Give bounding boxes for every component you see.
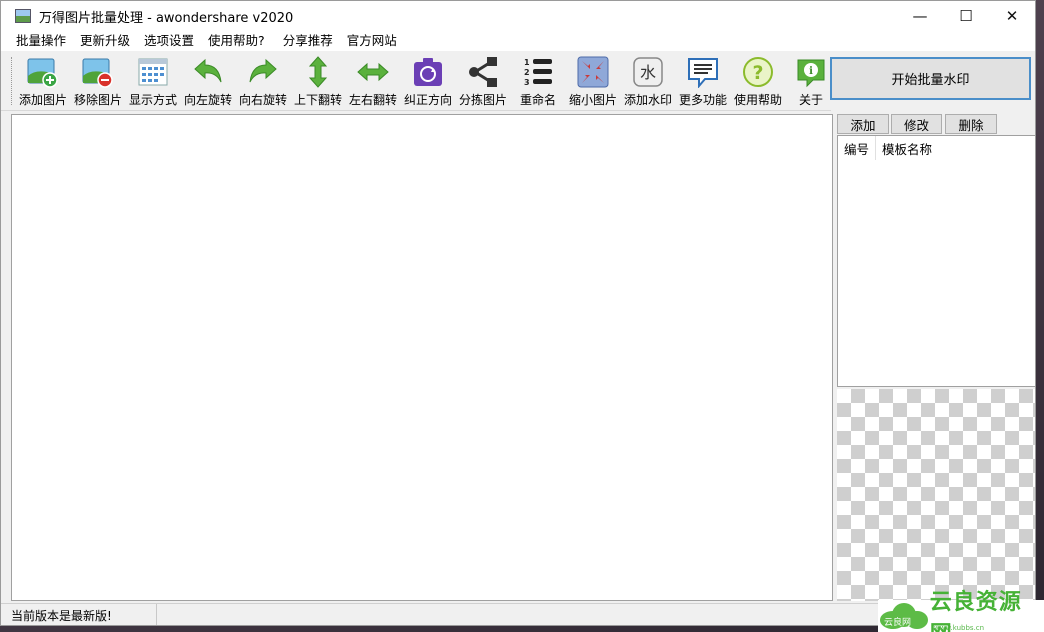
grid-view-icon [136,55,170,89]
column-header-template-name[interactable]: 模板名称 [876,139,932,158]
tool-label: 重命名 [519,93,556,107]
menu-share[interactable]: 分享推荐 [276,31,340,51]
cloud-logo-icon: 云良网 [878,601,930,631]
tool-add-watermark[interactable]: 水 添加水印 [623,55,673,109]
tool-label: 纠正方向 [403,93,452,107]
tool-sort-images[interactable]: 分拣图片 [458,55,508,109]
tool-label: 分拣图片 [458,93,507,107]
tool-rotate-left[interactable]: 向左旋转 [183,55,233,109]
window-title: 万得图片批量处理 - awondershare v2020 [39,10,294,26]
numbered-list-icon: 123 [521,55,555,89]
shrink-icon [576,55,610,89]
edit-template-button[interactable]: 修改 [891,114,942,134]
tool-label: 添加水印 [623,93,672,107]
menu-bar: 批量操作 更新升级 选项设置 使用帮助? 分享推荐 官方网站 [1,31,1035,51]
rotate-right-icon [246,55,280,89]
tool-label: 向左旋转 [183,93,232,107]
close-button[interactable]: ✕ [989,1,1035,31]
menu-batch[interactable]: 批量操作 [9,31,73,51]
status-text: 当前版本是最新版! [1,604,157,625]
tool-label: 关于 [798,93,823,107]
tool-flip-vertical[interactable]: 上下翻转 [293,55,343,109]
tool-remove-image[interactable]: 移除图片 [73,55,123,109]
svg-text:?: ? [752,62,763,84]
image-list-area[interactable] [11,114,833,601]
tool-shrink-image[interactable]: 缩小图片 [568,55,618,109]
add-image-icon [26,55,60,89]
tool-add-image[interactable]: 添加图片 [18,55,68,109]
tool-flip-horizontal[interactable]: 左右翻转 [348,55,398,109]
svg-text:i: i [809,66,813,77]
svg-text:水: 水 [640,63,656,82]
column-header-number[interactable]: 编号 [838,136,876,160]
tool-label: 显示方式 [128,93,177,107]
app-icon [15,9,31,23]
tool-rename[interactable]: 123 重命名 [513,55,563,109]
menu-website[interactable]: 官方网站 [340,31,404,51]
share-sort-icon [466,55,500,89]
tool-label: 更多功能 [678,93,727,107]
tool-rotate-right[interactable]: 向右旋转 [238,55,288,109]
app-window: 万得图片批量处理 - awondershare v2020 — ☐ ✕ 批量操作… [0,0,1036,626]
tool-more-features[interactable]: 更多功能 [678,55,728,109]
menu-options[interactable]: 选项设置 [137,31,201,51]
help-icon: ? [741,55,775,89]
tool-label: 上下翻转 [293,93,342,107]
start-batch-watermark-button[interactable]: 开始批量水印 [830,57,1031,100]
speech-bubble-icon [686,55,720,89]
tool-label: 移除图片 [73,93,122,107]
toolbar: 添加图片 移除图片 显示方式 向左旋转 向右旋转 上下翻转 左右翻转 纠正方向 … [1,51,831,111]
watermark-url: www.kubbs.cn [934,624,985,632]
tool-label: 添加图片 [18,93,67,107]
correct-orientation-icon [411,55,445,89]
remove-image-icon [81,55,115,89]
tool-label: 使用帮助 [733,93,782,107]
title-bar: 万得图片批量处理 - awondershare v2020 — ☐ ✕ [1,1,1035,31]
menu-update[interactable]: 更新升级 [73,31,137,51]
add-template-button[interactable]: 添加 [837,114,889,134]
tool-label: 向右旋转 [238,93,287,107]
delete-template-button[interactable]: 删除 [945,114,997,134]
site-watermark: 云良网 云良资源网 www.kubbs.cn [878,590,1044,632]
flip-vertical-icon [301,55,335,89]
watermark-preview [837,389,1035,601]
menu-help[interactable]: 使用帮助? [201,31,272,51]
tool-help[interactable]: ? 使用帮助 [733,55,783,109]
tool-correct-orientation[interactable]: 纠正方向 [403,55,453,109]
toolbar-grip[interactable] [11,57,14,105]
svg-text:1: 1 [524,58,530,67]
svg-text:2: 2 [524,68,530,77]
maximize-button[interactable]: ☐ [943,1,989,31]
tool-about[interactable]: i 关于 [791,55,831,109]
minimize-button[interactable]: — [897,1,943,31]
svg-text:3: 3 [524,78,530,87]
flip-horizontal-icon [356,55,390,89]
template-list[interactable]: 编号 模板名称 [837,135,1035,387]
tool-label: 左右翻转 [348,93,397,107]
watermark-badge: 云良网 [884,618,912,628]
info-icon: i [794,55,828,89]
rotate-left-icon [191,55,225,89]
tool-display-mode[interactable]: 显示方式 [128,55,178,109]
template-list-header: 编号 模板名称 [838,136,1035,160]
tool-label: 缩小图片 [568,93,617,107]
watermark-icon: 水 [631,55,665,89]
